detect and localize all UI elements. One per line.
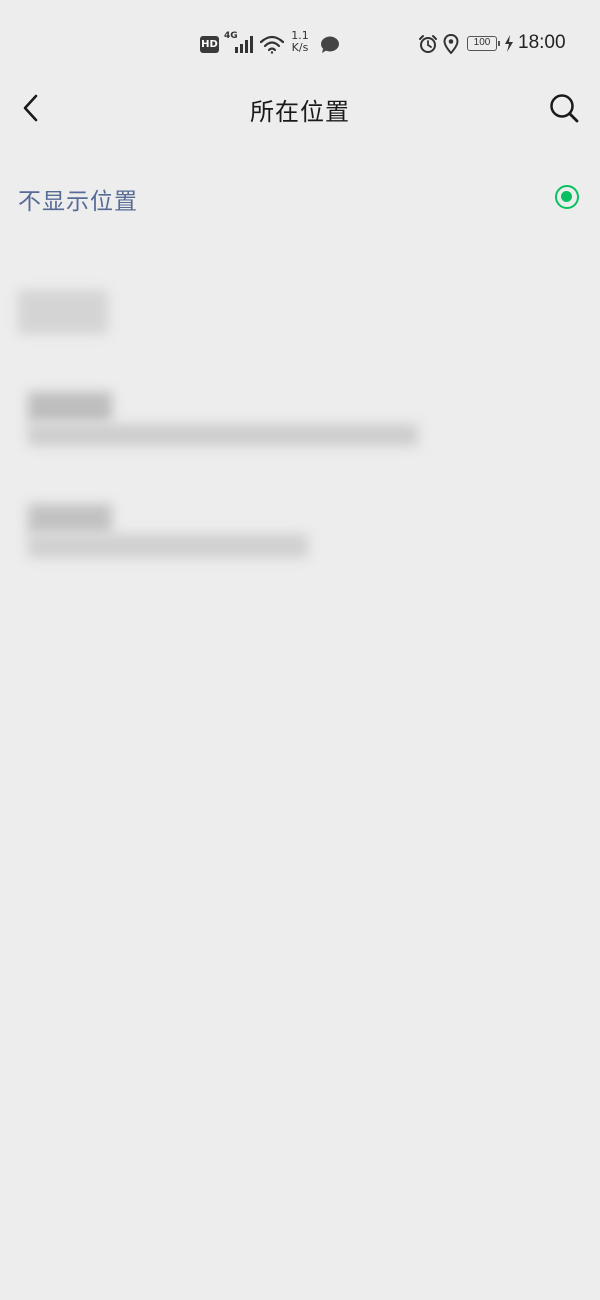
page-title: 所在位置 (250, 98, 350, 126)
location-item[interactable] (0, 380, 600, 460)
message-notification-icon (321, 36, 339, 53)
hide-location-label: 不显示位置 (18, 189, 138, 215)
alarm-icon (419, 35, 437, 53)
status-time: 18:00 (518, 32, 566, 53)
signal-icon (235, 36, 253, 53)
hd-icon: HD (200, 36, 219, 53)
location-item[interactable] (0, 500, 600, 580)
charging-icon (505, 35, 513, 52)
network-speed: 1.1 K/s (288, 30, 312, 54)
blurred-location-address (28, 534, 308, 558)
search-button[interactable] (544, 88, 584, 128)
blurred-location-address (28, 424, 418, 446)
location-item[interactable] (0, 280, 600, 350)
blurred-location-name (18, 290, 108, 334)
search-icon (550, 94, 579, 123)
blurred-location-name (28, 504, 112, 534)
selected-radio-icon (555, 185, 579, 209)
radio-dot (561, 191, 572, 202)
wifi-icon (259, 35, 285, 54)
hide-location-option[interactable]: 不显示位置 (0, 168, 600, 228)
speed-unit: K/s (291, 41, 309, 54)
nav-bar: 所在位置 (0, 88, 600, 128)
location-icon (443, 34, 459, 54)
blurred-location-name (28, 392, 112, 422)
status-bar: HD 4G 1.1 K/s 100 18:00 (0, 0, 600, 88)
battery-icon: 100 (467, 36, 500, 51)
